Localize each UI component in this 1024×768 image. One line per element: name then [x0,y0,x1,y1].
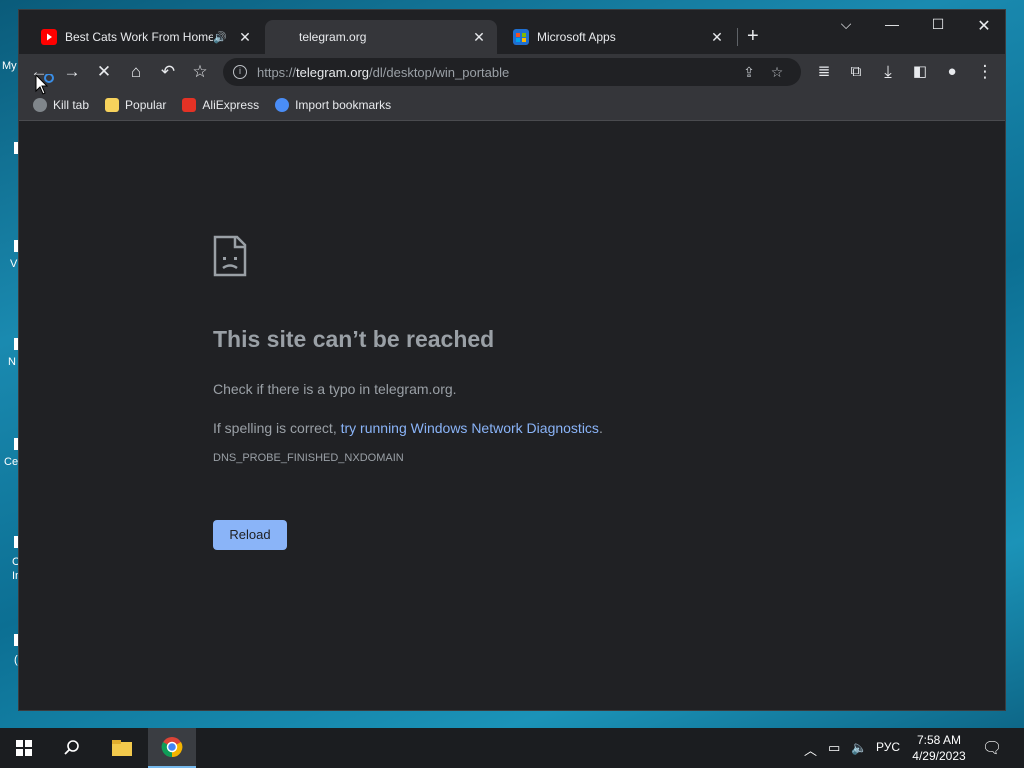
tab-title: Microsoft Apps [537,30,616,44]
reload-button[interactable]: Reload [213,520,287,550]
forward-button[interactable]: → [60,60,84,84]
network-icon[interactable]: ▭ [828,740,840,756]
gear-icon [275,98,290,112]
desktop-icon[interactable] [2,240,18,252]
bookmark-kill-tab[interactable]: Kill tab [33,98,89,112]
clock-time: 7:58 AM [916,733,962,747]
stop-loading-button[interactable]: ✕ [92,60,116,84]
folder-icon [112,740,132,756]
share-icon[interactable]: ⇪ [735,64,763,81]
error-code: DNS_PROBE_FINISHED_NXDOMAIN [213,452,404,464]
bookmark-star-icon[interactable]: ☆ [763,64,791,81]
desktop-icon[interactable] [2,338,18,350]
star-icon[interactable]: ☆ [188,60,212,84]
tab-telegram[interactable]: telegram.org ✕ [265,20,497,54]
tab-separator [737,28,738,46]
bookmark-import[interactable]: Import bookmarks [275,98,391,112]
desktop-icon[interactable] [2,634,18,646]
desktop-icon-label[interactable]: My [2,60,18,72]
tab-search-chevron-icon[interactable]: ⌵ [823,16,869,33]
search-icon [64,740,79,755]
address-bar[interactable]: i https://telegram.org/dl/desktop/win_po… [223,58,801,86]
clock[interactable]: 7:58 AM 4/29/2023 [908,732,970,764]
start-button[interactable] [0,728,48,768]
error-hint-diagnostics: If spelling is correct, try running Wind… [213,420,603,436]
speaker-icon[interactable]: 🔊 [213,31,227,44]
error-title: This site can’t be reached [213,326,495,352]
crop-icon[interactable]: ⧉ [844,60,868,84]
desktop-icon[interactable] [2,438,18,450]
show-hidden-icons-chevron-icon[interactable]: ︿ [804,740,817,759]
network-diagnostics-link[interactable]: try running Windows Network Diagnostics [341,420,599,436]
chrome-icon [161,737,183,758]
profile-icon[interactable]: ● [940,60,964,84]
page-content: This site can’t be reached Check if ther… [19,122,1005,710]
desktop-icon[interactable] [2,142,18,154]
taskbar: ︿ ▭ 🔈 РУС 7:58 AM 4/29/2023 🗨 [0,728,1024,768]
browser-window: Best Cats Work From Home 🔊 ✕ telegram.or… [18,9,1006,711]
minimize-button[interactable]: — [869,16,915,32]
undo-icon[interactable]: ↶ [156,60,180,84]
clock-date: 4/29/2023 [912,749,966,763]
new-tab-button[interactable]: + [747,26,759,46]
menu-icon[interactable]: ⋮ [973,60,997,84]
desktop-icon[interactable] [2,536,18,548]
youtube-icon [41,29,57,45]
close-tab-icon[interactable]: ✕ [709,29,725,46]
folder-icon [105,98,120,112]
tab-microsoft-apps[interactable]: Microsoft Apps ✕ [503,20,735,54]
error-hint-typo: Check if there is a typo in telegram.org… [213,381,457,397]
mouse-cursor-icon [35,74,54,95]
close-tab-icon[interactable]: ✕ [471,29,487,46]
close-window-button[interactable]: ✕ [961,16,1007,36]
globe-icon [33,98,47,112]
bookmark-aliexpress[interactable]: AliExpress [182,98,259,112]
reading-list-icon[interactable]: ≣ [812,60,836,84]
aliexpress-icon [182,98,197,112]
tab-title: Best Cats Work From Home [65,30,213,44]
microsoft-store-icon [513,29,529,45]
windows-logo-icon [16,740,32,756]
site-info-icon[interactable]: i [233,65,247,79]
bookmark-popular[interactable]: Popular [105,98,166,112]
url-text[interactable]: https://telegram.org/dl/desktop/win_port… [257,65,735,80]
chrome-taskbar-button[interactable] [148,728,196,768]
file-explorer-button[interactable] [98,728,146,768]
home-button[interactable]: ⌂ [124,60,148,84]
download-icon[interactable]: ⤓ [876,60,900,84]
bookmarks-bar: Kill tab Popular AliExpress Import bookm… [19,90,1005,121]
input-language-indicator[interactable]: РУС [876,740,900,754]
notifications-icon[interactable]: 🗨 [982,738,1002,758]
search-button[interactable] [48,728,96,768]
close-tab-icon[interactable]: ✕ [237,29,253,46]
browser-toolbar: ← → ✕ ⌂ ↶ ☆ i https://telegram.org/dl/de… [19,54,1005,90]
side-panel-icon[interactable]: ◧ [908,60,932,84]
tab-youtube[interactable]: Best Cats Work From Home 🔊 ✕ [31,20,263,54]
maximize-button[interactable]: ☐ [915,16,961,33]
volume-icon[interactable]: 🔈 [851,740,867,756]
tab-strip: Best Cats Work From Home 🔊 ✕ telegram.or… [19,10,1005,54]
tab-title: telegram.org [299,30,367,44]
sad-document-icon [213,235,247,277]
